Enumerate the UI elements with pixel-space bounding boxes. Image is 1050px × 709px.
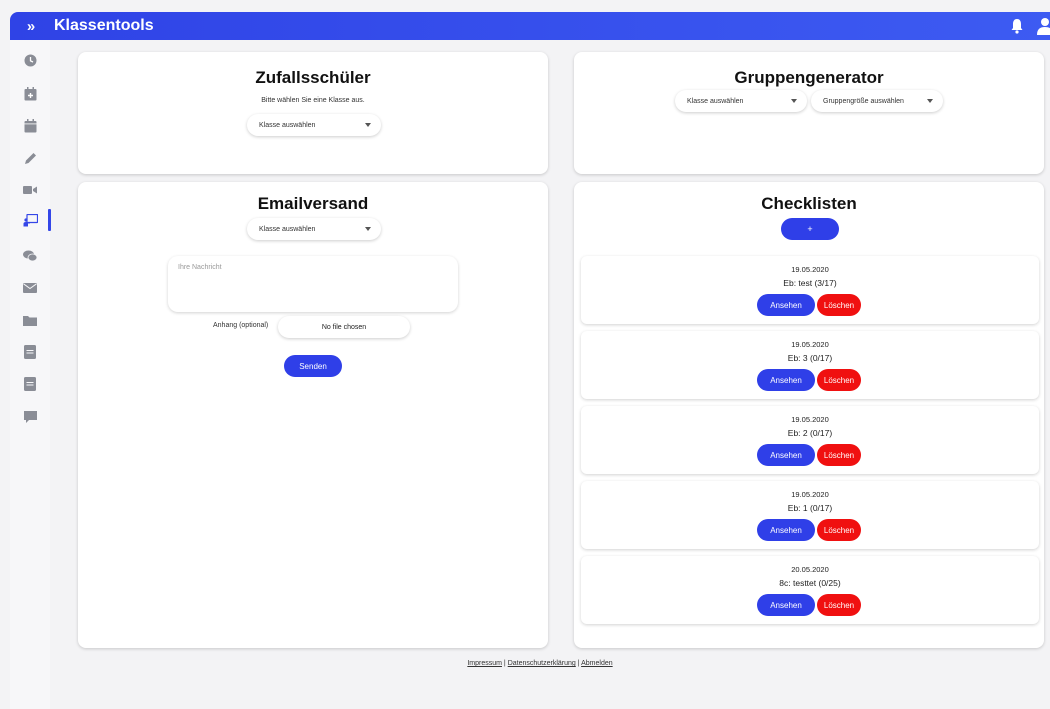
delete-button[interactable]: Löschen (817, 369, 861, 391)
gruppengenerator-title: Gruppengenerator (734, 68, 884, 87)
send-button[interactable]: Senden (284, 355, 342, 377)
delete-button[interactable]: Löschen (817, 594, 861, 616)
calendar-add-icon (24, 87, 36, 101)
abmelden-link[interactable]: Abmelden (581, 660, 613, 667)
sidebar-item-video[interactable] (10, 178, 50, 202)
chat-icon (23, 250, 37, 262)
top-bar: » Klassentools (10, 12, 1050, 40)
checklist-item: 20.05.2020 8c: testtet (0/25) Ansehen Lö… (581, 556, 1039, 624)
gruppengenerator-size-select-value: Gruppengröße auswählen (823, 97, 904, 105)
clock-icon (24, 54, 36, 66)
checklist-date: 19.05.2020 (791, 265, 829, 274)
delete-button[interactable]: Löschen (817, 294, 861, 316)
emailversand-title: Emailversand (257, 194, 369, 213)
zufallsschueler-title: Zufallsschüler (255, 68, 371, 87)
sidebar-item-book-1[interactable] (10, 340, 50, 364)
view-button[interactable]: Ansehen (757, 294, 815, 316)
app-title: Klassentools (54, 17, 154, 34)
zufallsschueler-card: Zufallsschüler Bitte wählen Sie eine Kla… (78, 52, 548, 174)
delete-button[interactable]: Löschen (817, 519, 861, 541)
gruppengenerator-card: Gruppengenerator Klasse auswählen Gruppe… (574, 52, 1044, 174)
checklist-name: Eb: 3 (0/17) (787, 353, 833, 363)
checklist-name: Eb: test (3/17) (783, 278, 837, 288)
sidebar-item-mail[interactable] (10, 276, 50, 300)
emailversand-card: Emailversand Klasse auswählen (78, 182, 548, 648)
comment-icon (23, 410, 37, 423)
checklist-date: 19.05.2020 (791, 490, 829, 499)
checklist-date: 20.05.2020 (791, 565, 829, 574)
sidebar (10, 40, 51, 709)
emailversand-class-select-value: Klasse auswählen (259, 225, 316, 233)
delete-button[interactable]: Löschen (817, 444, 861, 466)
gruppengenerator-size-select[interactable]: Gruppengröße auswählen (811, 90, 943, 112)
book-icon (24, 377, 36, 391)
book-icon (24, 345, 36, 359)
folder-icon (23, 315, 37, 326)
pencil-icon (24, 152, 36, 164)
calendar-icon (24, 119, 36, 133)
checklist-name: 8c: testtet (0/25) (779, 578, 841, 588)
checklist-item: 19.05.2020 Eb: 1 (0/17) Ansehen Löschen (581, 481, 1039, 549)
add-checklist-button[interactable]: + (781, 218, 839, 240)
chevron-down-icon (365, 227, 371, 231)
sidebar-item-book-2[interactable] (10, 372, 50, 396)
gruppengenerator-class-select[interactable]: Klasse auswählen (675, 90, 807, 112)
sidebar-item-folder[interactable] (10, 308, 50, 332)
checklisten-title: Checklisten (761, 194, 857, 213)
chevron-down-icon (927, 99, 933, 103)
checklist-date: 19.05.2020 (791, 415, 829, 424)
bell-icon[interactable] (1010, 18, 1024, 34)
checklist-item: 19.05.2020 Eb: test (3/17) Ansehen Lösch… (581, 256, 1039, 324)
sidebar-item-pencil[interactable] (10, 146, 50, 170)
sidebar-item-clock[interactable] (10, 48, 50, 72)
view-button[interactable]: Ansehen (757, 444, 815, 466)
view-button[interactable]: Ansehen (757, 519, 815, 541)
chevron-down-icon (791, 99, 797, 103)
mail-icon (23, 283, 37, 293)
attachment-label: Anhang (optional) (213, 322, 269, 329)
checklist-name: Eb: 2 (0/17) (787, 428, 833, 438)
sidebar-item-presentation[interactable] (10, 208, 51, 232)
view-button[interactable]: Ansehen (757, 594, 815, 616)
gruppengenerator-class-select-value: Klasse auswählen (687, 97, 744, 105)
view-button[interactable]: Ansehen (757, 369, 815, 391)
user-icon[interactable] (1036, 17, 1050, 35)
file-chooser-button[interactable]: No file chosen (278, 316, 410, 338)
checklist-name: Eb: 1 (0/17) (787, 503, 833, 513)
footer: Impressum | Datenschutzerklärung | Abmel… (0, 660, 1050, 667)
message-textarea[interactable]: Ihre Nachricht (168, 256, 458, 312)
sidebar-item-comment[interactable] (10, 404, 50, 428)
checklist-item: 19.05.2020 Eb: 3 (0/17) Ansehen Löschen (581, 331, 1039, 399)
checklist-item: 19.05.2020 Eb: 2 (0/17) Ansehen Löschen (581, 406, 1039, 474)
checklist-date: 19.05.2020 (791, 340, 829, 349)
zufallsschueler-class-select[interactable]: Klasse auswählen (247, 114, 381, 136)
sidebar-item-chat[interactable] (10, 244, 50, 268)
presentation-icon (23, 213, 38, 226)
sidebar-item-calendar-add[interactable] (10, 82, 50, 106)
emailversand-class-select[interactable]: Klasse auswählen (247, 218, 381, 240)
zufallsschueler-class-select-value: Klasse auswählen (259, 121, 316, 129)
sidebar-toggle-button[interactable]: » (10, 18, 50, 35)
impressum-link[interactable]: Impressum (467, 660, 502, 667)
chevron-down-icon (365, 123, 371, 127)
video-icon (23, 186, 37, 194)
datenschutz-link[interactable]: Datenschutzerklärung (508, 660, 576, 667)
zufallsschueler-hint: Bitte wählen Sie eine Klasse aus. (261, 97, 365, 104)
sidebar-item-calendar[interactable] (10, 114, 50, 138)
